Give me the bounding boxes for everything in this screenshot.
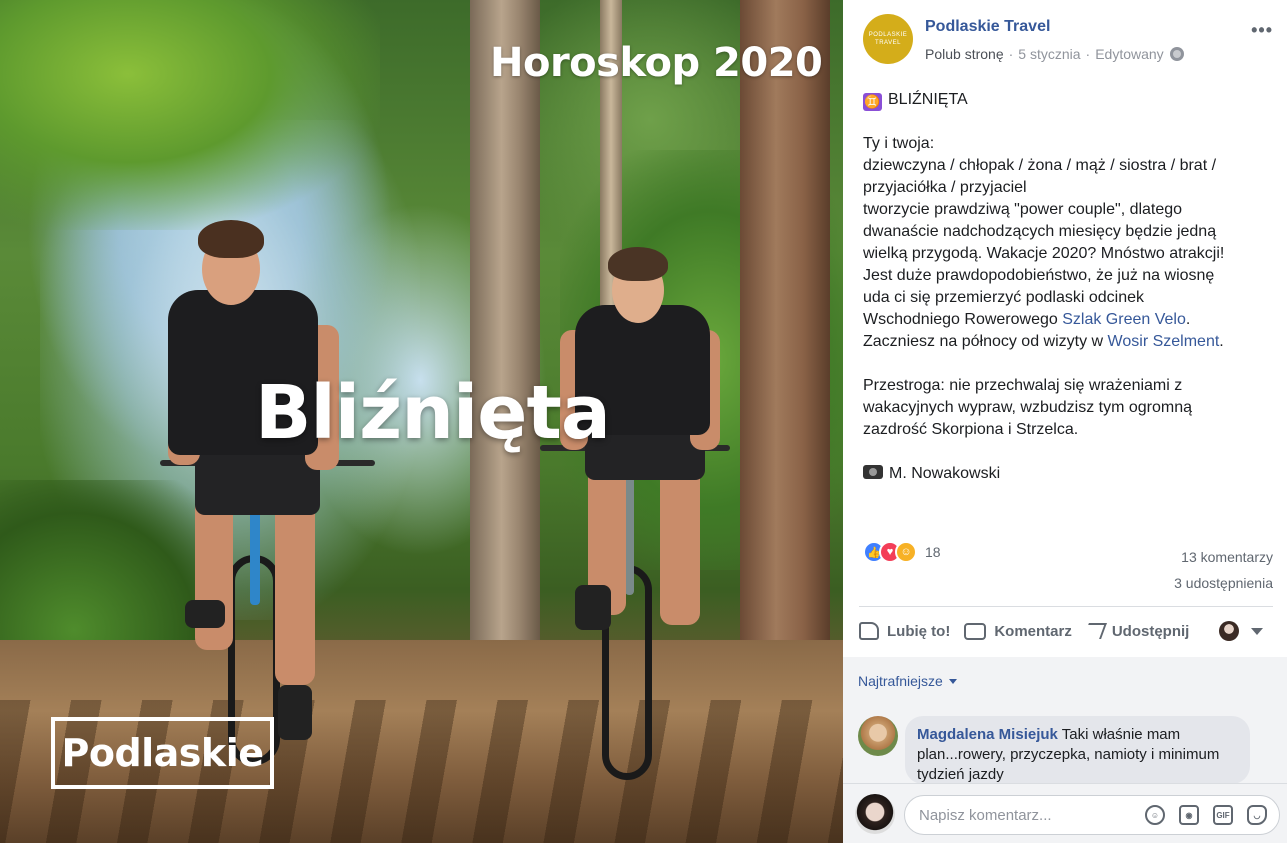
- comment-author-link[interactable]: Magdalena Misiejuk: [917, 726, 1058, 743]
- haha-reaction-icon: ☺: [895, 541, 917, 563]
- thumbs-up-icon: [859, 622, 879, 640]
- post-line: uda ci się przemierzyć podlaski odcinek: [863, 289, 1145, 306]
- comment-icon: [964, 622, 987, 640]
- post-line-text: Zaczniesz na północy od wizyty w: [863, 333, 1108, 350]
- photo-zodiac-sign: Bliźnięta: [255, 370, 611, 456]
- camera-icon: [863, 465, 883, 479]
- post-date[interactable]: 5 stycznia: [1018, 46, 1080, 62]
- post-line-text: .: [1185, 311, 1191, 328]
- current-user-avatar[interactable]: [855, 794, 895, 834]
- meta-separator: ·: [1008, 46, 1014, 62]
- page-name-link[interactable]: Podlaskie Travel: [925, 18, 1050, 36]
- more-options-button[interactable]: •••: [1251, 20, 1273, 41]
- podlaskie-logo-text: Podlaskie: [61, 731, 264, 775]
- post-line: dwanaście nadchodzących miesięcy będzie …: [863, 223, 1217, 240]
- post-line-text: Wschodniego Rowerowego: [863, 311, 1063, 328]
- chevron-down-icon[interactable]: [1251, 628, 1263, 635]
- reactions-count: 18: [925, 544, 941, 560]
- post-line: Przestroga: nie przechwalaj się wrażenia…: [863, 377, 1183, 394]
- photo-headline: Horoskop 2020: [490, 40, 823, 86]
- commenter-avatar[interactable]: [858, 716, 898, 756]
- comment-input[interactable]: [919, 804, 1129, 826]
- comment-button-label: Komentarz: [994, 622, 1072, 640]
- post-line: zazdrość Skorpiona i Strzelca.: [863, 421, 1079, 438]
- post-line: wielką przygodą. Wakacje 2020? Mnóstwo a…: [863, 245, 1225, 262]
- share-arrow-icon: [1082, 623, 1107, 639]
- cyclist-man: [150, 215, 390, 775]
- post-line: tworzycie prawdziwą "power couple", dlat…: [863, 201, 1183, 218]
- edited-label[interactable]: Edytowany: [1095, 46, 1163, 62]
- post-line: Zaczniesz na północy od wizyty w Wosir S…: [863, 331, 1273, 353]
- comment-composer: ☺ ◉ GIF ◡: [843, 783, 1287, 843]
- comment-input-box[interactable]: ☺ ◉ GIF ◡: [904, 795, 1280, 835]
- reactions-summary[interactable]: 👍 ♥ ☺ 18: [863, 540, 941, 564]
- page-avatar-line1: PODLASKIE: [868, 32, 908, 38]
- post-line-text: .: [1219, 333, 1224, 350]
- like-button[interactable]: Lubię to!: [859, 622, 950, 640]
- meta-separator: ·: [1085, 46, 1091, 62]
- photo-tree-trunk: [740, 0, 830, 700]
- gif-icon[interactable]: GIF: [1213, 805, 1233, 825]
- cyclist-woman: [540, 245, 740, 785]
- post-line: przyjaciółka / przyjaciel: [863, 179, 1027, 196]
- comment-sort-dropdown[interactable]: Najtrafniejsze: [858, 673, 957, 689]
- like-button-label: Lubię to!: [887, 622, 951, 640]
- page-avatar[interactable]: PODLASKIE TRAVEL: [863, 14, 913, 64]
- comment-bubble: Magdalena Misiejuk Taki właśnie mam plan…: [905, 716, 1250, 784]
- post-meta: Polub stronę · 5 stycznia · Edytowany: [925, 46, 1184, 62]
- globe-icon: [1169, 47, 1184, 61]
- comment-sort-label: Najtrafniejsze: [858, 673, 943, 689]
- post-panel: PODLASKIE TRAVEL Podlaskie Travel Polub …: [843, 0, 1287, 843]
- wosir-szelment-link[interactable]: Wosir Szelment: [1108, 333, 1220, 350]
- photo-foliage-top: [0, 0, 380, 230]
- photo-tree-trunk: [470, 0, 540, 690]
- post-actions: Lubię to! Komentarz Udostępnij: [859, 610, 1273, 652]
- sticker-icon[interactable]: ◡: [1247, 805, 1267, 825]
- post-line: Wschodniego Rowerowego Szlak Green Velo.: [863, 309, 1273, 331]
- post-text: ♊ BLIŹNIĘTA Ty i twoja: dziewczyna / chło…: [863, 89, 1273, 507]
- chevron-down-icon: [948, 678, 957, 684]
- camera-icon[interactable]: ◉: [1179, 805, 1199, 825]
- post-line: dziewczyna / chłopak / żona / mąż / sios…: [863, 157, 1217, 174]
- acting-as-avatar[interactable]: [1219, 621, 1239, 641]
- engagement-counts: 13 komentarzy 3 udostępnienia: [1174, 544, 1273, 596]
- sign-heading: BLIŹNIĘTA: [888, 91, 968, 108]
- post-line: Ty i twoja:: [863, 135, 935, 152]
- post-line: Jest duże prawdopodobieństwo, że już na …: [863, 267, 1215, 284]
- comment-button[interactable]: Komentarz: [964, 622, 1072, 640]
- emoji-icon[interactable]: ☺: [1145, 805, 1165, 825]
- photo-credit: M. Nowakowski: [889, 465, 1001, 482]
- gemini-icon: ♊: [863, 93, 882, 111]
- share-button[interactable]: Udostępnij: [1082, 622, 1190, 640]
- composer-icons: ☺ ◉ GIF ◡: [1145, 805, 1267, 825]
- green-velo-link[interactable]: Szlak Green Velo: [1062, 311, 1186, 328]
- page-avatar-line2: TRAVEL: [875, 40, 901, 46]
- share-button-label: Udostępnij: [1111, 622, 1190, 640]
- post-line: wakacyjnych wypraw, wzbudzisz tym ogromn…: [863, 399, 1193, 416]
- post-photo[interactable]: Horoskop 2020 Bliźnięta Podlaskie: [0, 0, 843, 843]
- podlaskie-logo: Podlaskie: [51, 717, 274, 789]
- post-header: PODLASKIE TRAVEL Podlaskie Travel Polub …: [863, 14, 1273, 66]
- divider: [859, 606, 1273, 607]
- like-page-link[interactable]: Polub stronę: [925, 46, 1004, 62]
- comments-count-link[interactable]: 13 komentarzy: [1174, 544, 1273, 570]
- shares-count-link[interactable]: 3 udostępnienia: [1174, 570, 1273, 596]
